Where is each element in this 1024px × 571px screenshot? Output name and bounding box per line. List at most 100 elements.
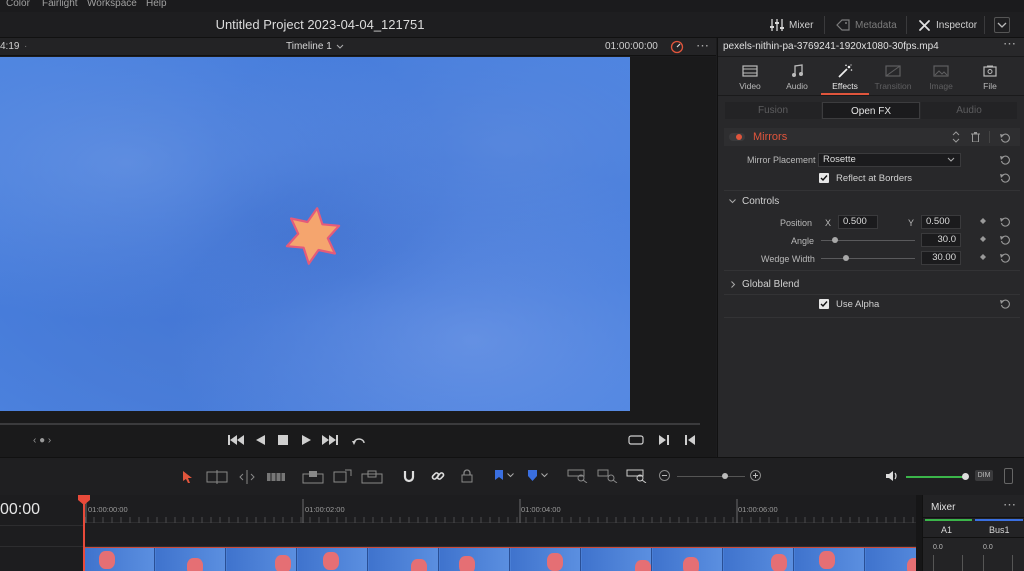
bus1-fader[interactable] bbox=[983, 555, 1013, 571]
zoom-detail-button[interactable] bbox=[597, 469, 619, 483]
subtab-fusion[interactable]: Fusion bbox=[725, 102, 821, 119]
reset-icon[interactable] bbox=[1000, 155, 1010, 165]
menu-help[interactable]: Help bbox=[146, 0, 167, 9]
mixer-button[interactable]: Mixer bbox=[770, 16, 813, 34]
playhead[interactable] bbox=[78, 495, 90, 571]
playback-speed-icon[interactable] bbox=[670, 40, 684, 54]
reset-icon[interactable] bbox=[1000, 235, 1010, 245]
position-lock-button[interactable] bbox=[461, 469, 473, 483]
keyframe-diamond-icon[interactable] bbox=[980, 254, 986, 260]
global-blend-section-toggle[interactable]: Global Blend bbox=[731, 279, 799, 290]
keyframe-diamond-icon[interactable] bbox=[980, 218, 986, 224]
checkmark-icon bbox=[820, 174, 828, 182]
more-options-icon[interactable]: ⋯ bbox=[1003, 497, 1016, 513]
video-preview[interactable] bbox=[0, 57, 630, 411]
tab-transition[interactable]: Transition bbox=[869, 63, 917, 93]
dynamic-trim-button[interactable] bbox=[237, 470, 257, 484]
match-frame-button[interactable] bbox=[628, 435, 644, 445]
tab-video-label: Video bbox=[739, 81, 761, 91]
timeline-ruler[interactable]: 01:00:00:00 01:00:02:00 01:00:04:00 01:0… bbox=[85, 495, 916, 523]
menu-fairlight[interactable]: Fairlight bbox=[42, 0, 78, 9]
position-y-input[interactable]: 0.500 bbox=[921, 215, 961, 229]
play-reverse-button[interactable] bbox=[256, 435, 265, 445]
tab-audio[interactable]: Audio bbox=[773, 63, 821, 93]
dim-button[interactable]: DIM bbox=[975, 470, 993, 481]
keyframe-diamond-icon[interactable] bbox=[980, 236, 986, 242]
wedge-width-slider[interactable] bbox=[821, 258, 915, 259]
zoom-out-button[interactable] bbox=[659, 470, 670, 481]
wedge-width-input[interactable]: 30.00 bbox=[921, 251, 961, 265]
more-options-icon[interactable]: ⋯ bbox=[696, 38, 709, 54]
tab-file[interactable]: File bbox=[966, 63, 1014, 93]
reset-icon[interactable] bbox=[1000, 173, 1010, 183]
subtab-open-fx[interactable]: Open FX bbox=[822, 102, 920, 119]
playhead-handle[interactable] bbox=[78, 495, 90, 505]
go-to-end-button[interactable] bbox=[322, 435, 338, 445]
channel-bus1[interactable]: Bus1 bbox=[989, 525, 1010, 535]
marker-button[interactable] bbox=[528, 470, 548, 481]
previous-edit-button[interactable] bbox=[685, 435, 695, 445]
angle-slider-knob[interactable] bbox=[832, 237, 839, 243]
global-blend-label: Global Blend bbox=[742, 279, 800, 290]
go-to-start-button[interactable] bbox=[228, 435, 244, 445]
more-options-icon[interactable]: ⋯ bbox=[1003, 36, 1016, 52]
volume-button[interactable] bbox=[886, 470, 900, 482]
volume-slider-knob[interactable] bbox=[962, 473, 969, 480]
blade-tool-button[interactable] bbox=[266, 471, 286, 483]
zoom-slider[interactable] bbox=[677, 476, 745, 477]
tab-effects[interactable]: Effects bbox=[821, 63, 869, 93]
clip-thumbnail-figure bbox=[683, 557, 699, 571]
reset-icon[interactable] bbox=[1000, 299, 1010, 309]
metadata-button[interactable]: Metadata bbox=[836, 16, 897, 34]
trim-tool-button[interactable] bbox=[206, 470, 228, 484]
a1-fader[interactable] bbox=[933, 555, 963, 571]
reset-icon[interactable] bbox=[1000, 253, 1010, 263]
expand-dropdown-button[interactable] bbox=[994, 17, 1010, 33]
zoom-slider-knob[interactable] bbox=[722, 473, 728, 479]
divider bbox=[724, 270, 1020, 271]
zoom-custom-button[interactable] bbox=[626, 469, 648, 483]
divider bbox=[718, 95, 1024, 96]
viewer-options-dot[interactable]: · bbox=[24, 41, 27, 52]
divider bbox=[923, 517, 1024, 518]
inspector-button[interactable]: Inspector bbox=[918, 16, 977, 34]
video-clip-track[interactable] bbox=[85, 547, 916, 571]
menu-color[interactable]: Color bbox=[6, 0, 30, 9]
position-x-input[interactable]: 0.500 bbox=[838, 215, 878, 229]
reflect-at-borders-checkbox[interactable] bbox=[819, 173, 829, 183]
flag-button[interactable] bbox=[495, 470, 514, 481]
replace-clip-button[interactable] bbox=[361, 470, 383, 484]
subtab-audio[interactable]: Audio bbox=[921, 102, 1017, 119]
mirror-placement-dropdown[interactable]: Rosette bbox=[818, 153, 961, 167]
reorder-icon[interactable] bbox=[952, 131, 960, 143]
rosette-star-shape bbox=[285, 207, 341, 265]
reset-icon[interactable] bbox=[1000, 217, 1010, 227]
volume-slider[interactable] bbox=[906, 476, 966, 478]
trash-icon[interactable] bbox=[971, 132, 980, 142]
channel-a1[interactable]: A1 bbox=[941, 525, 952, 535]
use-alpha-checkbox[interactable] bbox=[819, 299, 829, 309]
overwrite-icon bbox=[333, 469, 353, 483]
reset-icon[interactable] bbox=[1000, 133, 1010, 143]
tab-video[interactable]: Video bbox=[726, 63, 774, 93]
angle-input[interactable]: 30.0 bbox=[921, 233, 961, 247]
jog-control[interactable]: ‹ ● › bbox=[33, 435, 51, 446]
wedge-width-slider-knob[interactable] bbox=[843, 255, 850, 261]
tab-image[interactable]: Image bbox=[917, 63, 965, 93]
stop-button[interactable] bbox=[278, 435, 288, 445]
timeline-selector[interactable]: Timeline 1 bbox=[286, 41, 344, 52]
insert-clip-button[interactable] bbox=[302, 470, 324, 484]
divider bbox=[0, 525, 85, 526]
overwrite-clip-button[interactable] bbox=[333, 469, 353, 483]
selection-tool-button[interactable] bbox=[183, 471, 192, 483]
loop-button[interactable] bbox=[351, 434, 367, 446]
play-button[interactable] bbox=[302, 435, 311, 445]
snapping-button[interactable] bbox=[402, 469, 416, 483]
linked-selection-button[interactable] bbox=[431, 469, 445, 483]
controls-section-toggle[interactable]: Controls bbox=[729, 196, 779, 207]
effect-enable-toggle[interactable] bbox=[729, 133, 745, 141]
next-edit-button[interactable] bbox=[659, 435, 669, 445]
zoom-in-button[interactable] bbox=[750, 470, 761, 481]
menu-workspace[interactable]: Workspace bbox=[87, 0, 137, 9]
zoom-full-button[interactable] bbox=[567, 469, 589, 483]
